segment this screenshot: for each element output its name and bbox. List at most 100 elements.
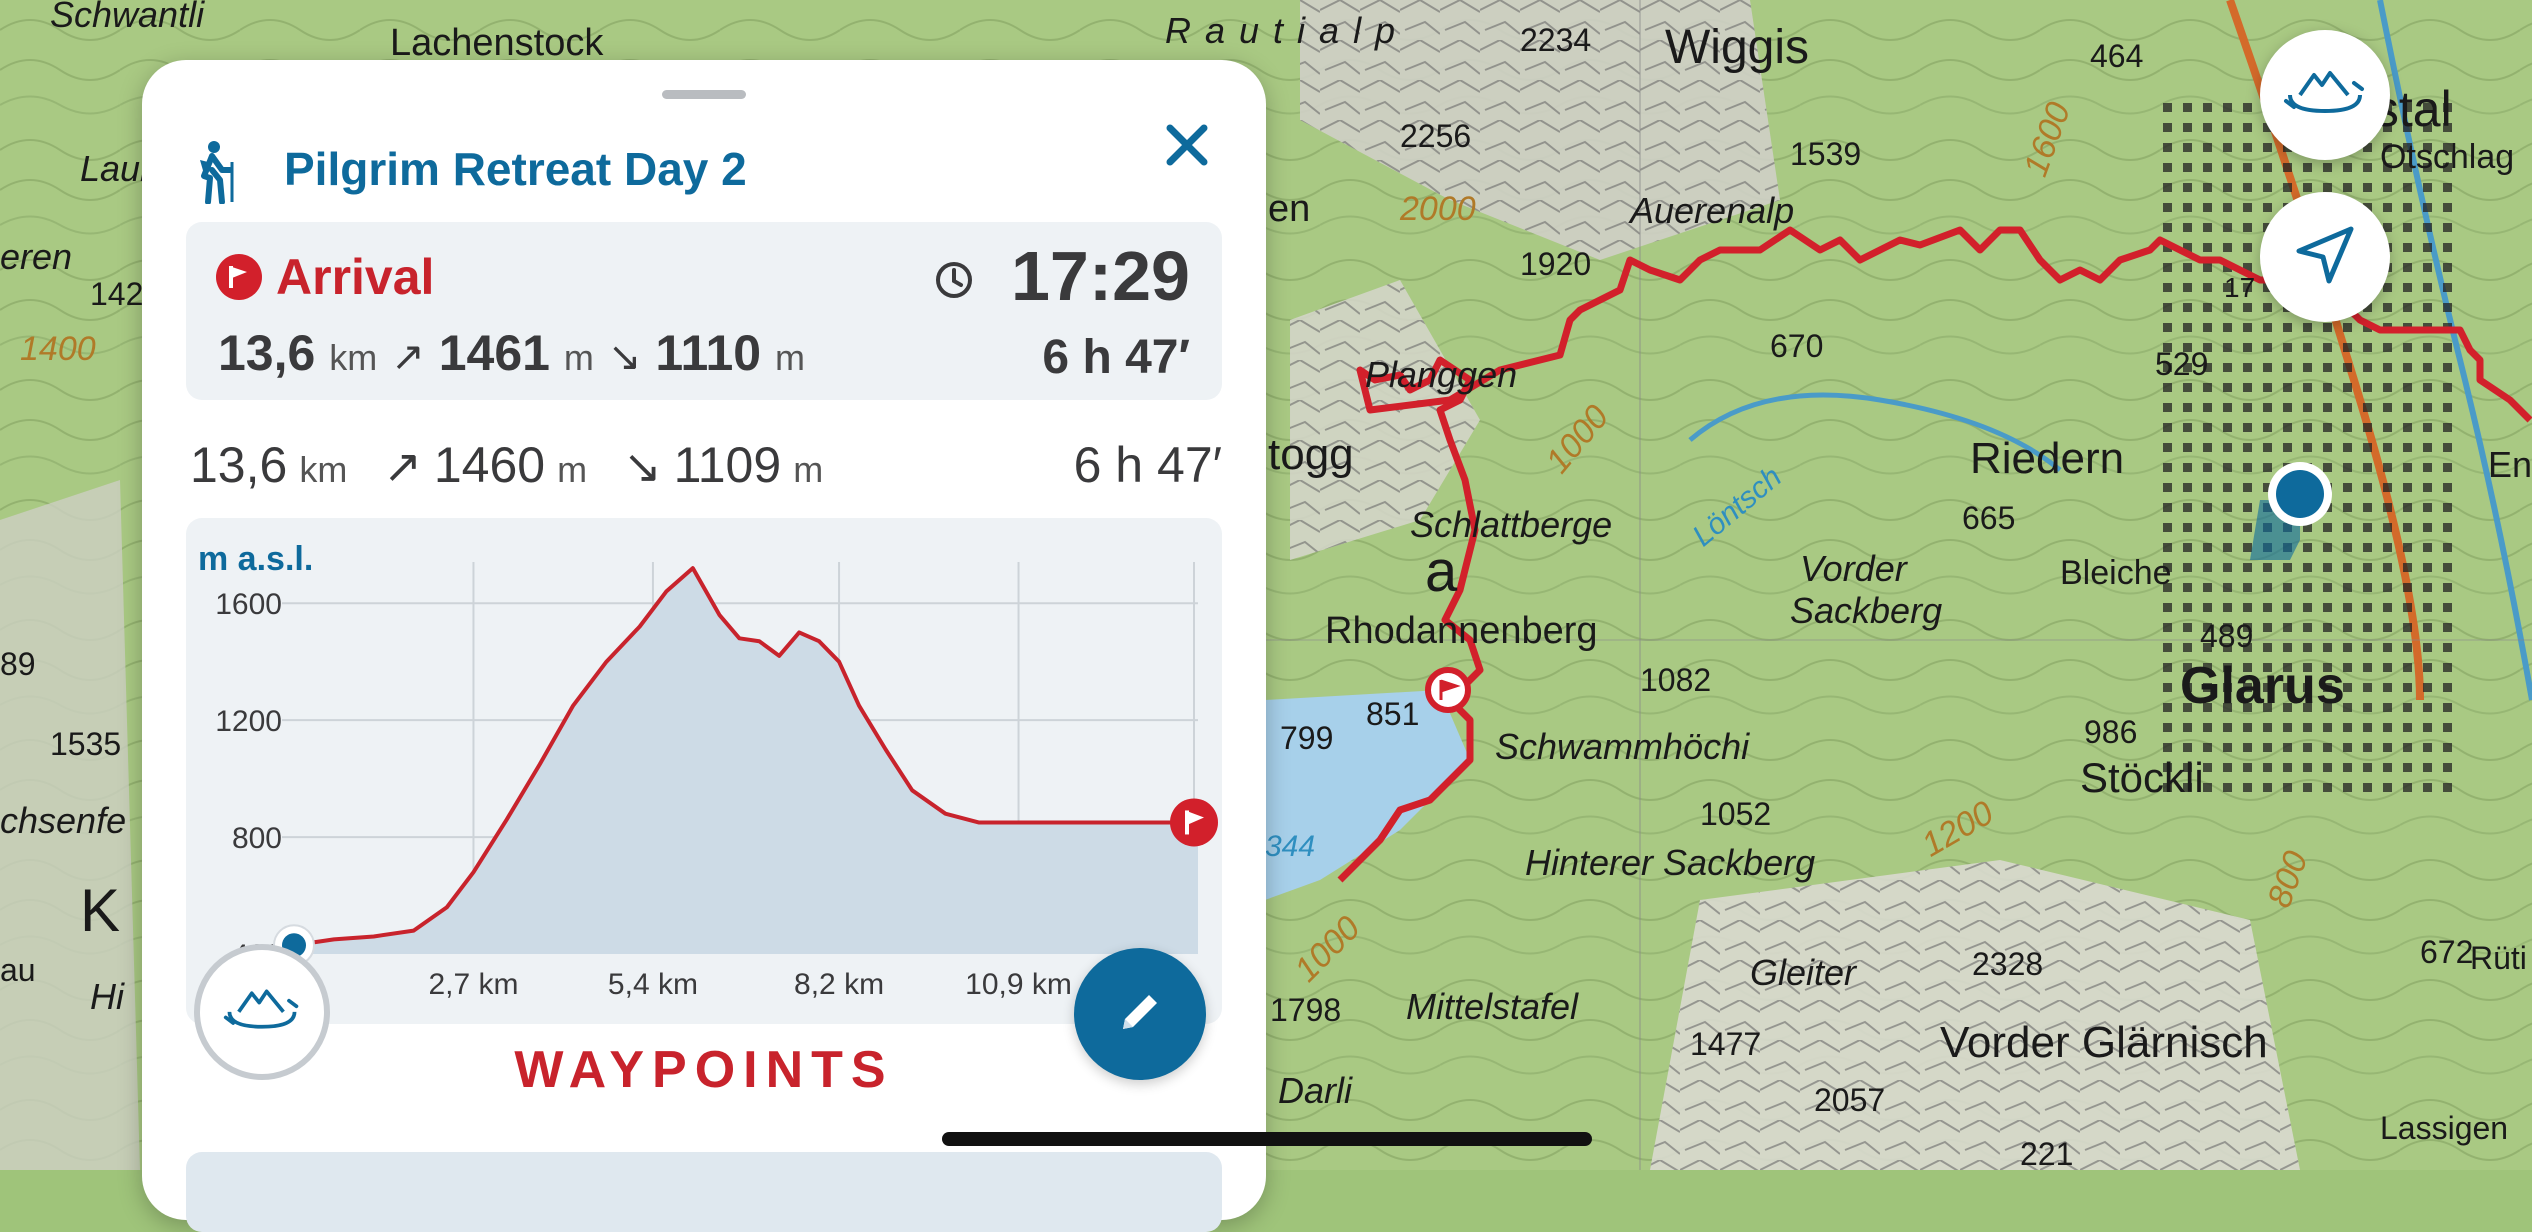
descent-arrow-icon: ↘ [623,440,662,492]
elevation-profile-chart[interactable]: m a.s.l.2,7 km5,4 km8,2 km10,9 km4008001… [186,518,1222,1024]
map-label: 1539 [1790,136,1862,172]
map-label: Bleiche [2060,554,2172,592]
map-label: 2000 [1400,190,1476,228]
map-label: 142 [90,276,144,312]
arrival-stats: 13,6 km ↗ 1461 m ↘ 1110 m [218,324,805,382]
x-tick-label: 5,4 km [608,968,698,1001]
map-label: K [80,877,121,944]
map-label: Rhodannenberg [1325,610,1598,652]
map-label: Hinterer Sackberg [1525,842,1816,883]
descent-arrow-icon: ↘ [607,335,642,379]
map-label: 344 [1265,830,1316,863]
x-tick-label: 10,9 km [965,968,1072,1001]
y-tick-label: 800 [232,822,282,855]
map-label: Planggen [1365,354,1518,395]
map-label: Schwammhöchi [1495,726,1750,767]
distance-unit: km [329,337,378,378]
arrival-distance: 13,6 [218,325,316,381]
arrival-time: 17:29 [1010,237,1190,315]
mountain-rotate-icon [222,983,302,1042]
summary-distance: 13,6 [190,437,288,493]
map-label: 672 [2420,934,2474,970]
map-label: Wiggis [1665,21,1810,74]
pencil-icon [1115,987,1165,1042]
summary-ascent: 1460 [433,437,546,493]
map-label: togg [1268,430,1354,479]
ascent-unit: m [563,337,594,378]
map-label: 2057 [1814,1082,1886,1118]
map-label: eren [0,236,73,277]
map-label: Gleiter [1750,952,1857,993]
summary-descent: 1109 [673,437,782,493]
distance-unit: km [299,449,348,490]
descent-unit: m [775,337,806,378]
descent-unit: m [793,449,824,490]
map-label: Stöckli [2080,754,2204,801]
map-label: 799 [1280,720,1334,756]
map-label: au [0,952,36,988]
map-label: en [1268,188,1311,230]
arrival-label: Arrival [276,249,435,305]
map-label: Glarus [2180,657,2345,715]
panel-grabber[interactable] [662,90,746,99]
arrival-flag-marker [1170,798,1218,847]
map-arrival-marker [1425,667,1471,713]
map-label: Riedern [1970,434,2125,483]
map-label: 2256 [1400,118,1472,154]
clock-icon [934,260,974,300]
x-tick-label: 2,7 km [428,968,518,1001]
home-indicator[interactable] [942,1132,1592,1146]
map-label: 489 [2200,618,2254,654]
waypoint-card[interactable] [186,1152,1222,1232]
location-arrow-icon [2293,223,2357,292]
ascent-arrow-icon: ↗ [391,335,425,379]
map-label: Enn [2488,444,2532,485]
map-label: Sackberg [1790,590,1943,631]
tour-summary-stats: 13,6 km ↗ 1460 m ↘ 1109 m [190,436,823,494]
elevation-area [294,568,1198,954]
map-label: Auerenalp [1630,190,1795,231]
map-label: 89 [0,646,36,682]
tour-detail-panel[interactable]: Pilgrim Retreat Day 2 Arrival 17:29 13,6… [142,60,1266,1232]
map-3d-view-button[interactable] [2260,30,2390,160]
map-label: Lassigen [2380,1110,2509,1146]
ascent-arrow-icon: ↗ [383,440,422,492]
summary-duration: 6 h 47′ [1073,437,1222,493]
map-label: 1400 [20,330,96,368]
arrival-duration: 6 h 47′ [1042,331,1190,384]
tour-title: Pilgrim Retreat Day 2 [284,143,747,195]
arrival-summary-card: Arrival 17:29 13,6 km ↗ 1461 m ↘ 1110 m … [186,222,1222,400]
map-label: 2328 [1972,946,2044,982]
map-label: Mittelstafel [1406,986,1579,1027]
map-label: 1052 [1700,796,1772,832]
map-label: 1535 [50,726,122,762]
map-label: 665 [1962,500,2016,536]
map-label: Rautialp [1165,10,1410,51]
map-label: chsenfe [0,800,127,841]
elevation-profile-card[interactable]: m a.s.l.2,7 km5,4 km8,2 km10,9 km4008001… [186,518,1222,1024]
map-label: Otschlag [2380,138,2515,176]
y-axis-label: m a.s.l. [198,540,313,578]
close-button[interactable] [1152,112,1222,182]
map-label: Rüti [2470,940,2527,976]
flag-icon [216,254,262,300]
arrival-descent: 1110 [655,325,762,381]
map-label: Darli [1278,1070,1353,1111]
map-label: a [1425,539,1458,604]
ascent-unit: m [557,449,588,490]
y-tick-label: 1600 [215,588,282,621]
map-label: 851 [1366,696,1420,732]
map-label: 1798 [1270,992,1342,1028]
map-label: 221 [2020,1136,2074,1172]
waypoints-heading: WAYPOINTS [514,1041,894,1099]
map-label: Schwantli [50,0,205,35]
map-label: 1082 [1640,662,1712,698]
map-label: 2234 [1520,22,1592,58]
map-label: Vorder Glärnisch [1940,1018,2268,1067]
map-label: Vorder [1800,548,1907,589]
map-label: 1920 [1520,246,1592,282]
map-label: 1477 [1690,1026,1762,1062]
locate-me-button[interactable] [2260,192,2390,322]
map-label: 464 [2090,38,2144,74]
map-label: 529 [2155,346,2209,382]
